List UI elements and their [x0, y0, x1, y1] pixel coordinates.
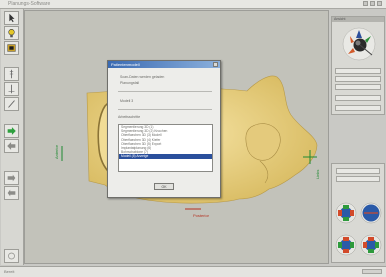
- slice-icon: [8, 84, 15, 94]
- bulb-icon: [8, 29, 15, 38]
- left-toolbar: [1, 9, 24, 265]
- view-side-button[interactable]: [335, 84, 381, 90]
- dialog-divider: [118, 109, 212, 110]
- import-icon: [7, 189, 16, 197]
- previous-step-button[interactable]: [4, 139, 19, 153]
- title-bar: Planungs-Software: [0, 0, 386, 9]
- axis-label-left: Anterior: [54, 144, 59, 159]
- help-icon: [8, 252, 15, 260]
- view-preset-3-icon[interactable]: [335, 234, 357, 256]
- measure-tool-button[interactable]: [4, 67, 19, 81]
- color-tool-button[interactable]: [4, 41, 19, 55]
- view-preset-2-icon[interactable]: [360, 202, 382, 224]
- preset-toggle-button[interactable]: [336, 176, 380, 182]
- close-button[interactable]: [377, 1, 382, 6]
- list-header: Arbeitsschritte: [118, 115, 141, 119]
- section-tool-button[interactable]: [4, 82, 19, 96]
- export-icon: [7, 174, 16, 182]
- orientation-panel: Ansicht: [331, 16, 385, 115]
- window-title: Planungs-Software: [8, 1, 51, 7]
- dialog-info-line-3: Modell 3: [120, 99, 134, 103]
- preset-toggle-button[interactable]: [336, 168, 380, 174]
- orientation-panel-title: Ansicht: [332, 17, 384, 22]
- pen-icon: [8, 100, 15, 108]
- light-tool-button[interactable]: [4, 26, 19, 40]
- help-button[interactable]: [4, 249, 19, 263]
- view-top-button[interactable]: [335, 76, 381, 82]
- axis-label-right: Links: [315, 170, 320, 179]
- window-controls: [363, 1, 382, 6]
- pointer-icon: [9, 13, 15, 23]
- orientation-gizmo-icon[interactable]: [340, 26, 378, 62]
- arrow-right-icon: [7, 127, 16, 135]
- annotate-tool-button[interactable]: [4, 97, 19, 111]
- view-preset-panel: [331, 163, 385, 263]
- status-progress: [362, 269, 382, 274]
- palette-icon: [7, 44, 16, 52]
- status-bar: Bereit: [0, 266, 386, 277]
- axis-label-bottom: Posterior: [193, 213, 210, 218]
- patient-model-dialog: Patientenmodell Scan-Daten werden gelade…: [107, 60, 221, 198]
- maximize-button[interactable]: [370, 1, 375, 6]
- view-preset-4-icon[interactable]: [360, 234, 382, 256]
- ok-button[interactable]: OK: [154, 183, 174, 190]
- pointer-tool-button[interactable]: [4, 11, 19, 25]
- dialog-info-line-1: Scan-Daten werden geladen: [120, 75, 165, 79]
- import-button[interactable]: [4, 186, 19, 200]
- next-step-button[interactable]: [4, 124, 19, 138]
- minimize-button[interactable]: [363, 1, 368, 6]
- view-preset-1-icon[interactable]: [335, 202, 357, 224]
- dialog-info-line-2: Planungsfall: [120, 81, 140, 85]
- status-text: Bereit: [4, 269, 15, 274]
- dialog-close-button[interactable]: [213, 62, 218, 67]
- view-front-button[interactable]: [335, 68, 381, 74]
- arrow-left-icon: [7, 142, 16, 150]
- dialog-title: Patientenmodell: [108, 61, 220, 68]
- zoom-fit-button[interactable]: [335, 105, 381, 111]
- reset-view-button[interactable]: [335, 95, 381, 101]
- dialog-divider: [118, 91, 212, 92]
- step-list[interactable]: Segmentierung 3D (1) Segmentierung 3D (2…: [118, 124, 213, 172]
- list-item-selected[interactable]: Modell (8) Anzeige: [119, 154, 212, 159]
- application-window: Planungs-Software Anterior Posterior Lin…: [0, 0, 386, 277]
- export-button[interactable]: [4, 171, 19, 185]
- ruler-icon: [9, 69, 14, 79]
